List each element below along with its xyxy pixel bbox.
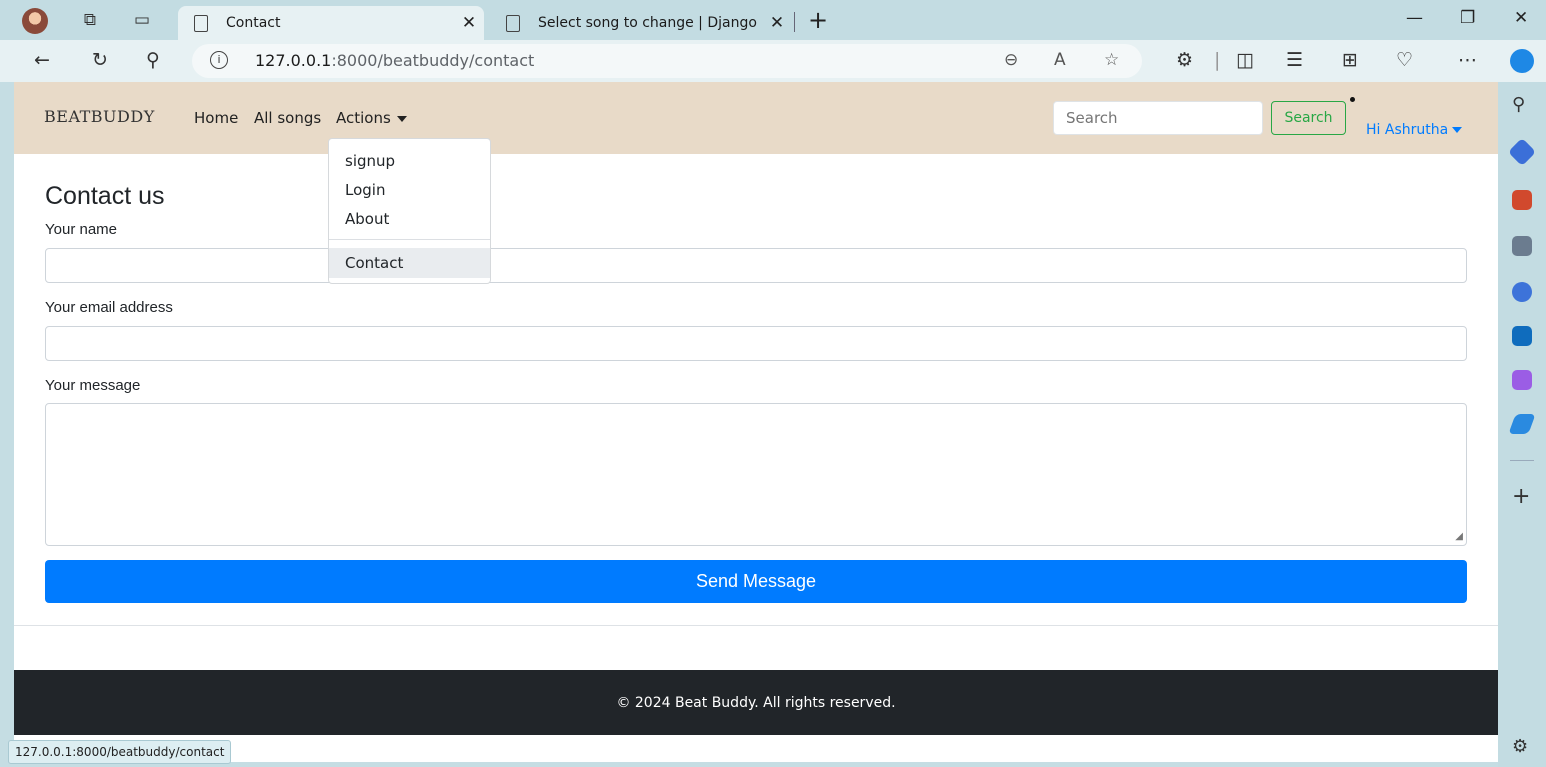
site-info-icon[interactable]: i [210, 51, 228, 69]
outlook-icon[interactable] [1512, 326, 1532, 346]
menu-item-signup[interactable]: signup [329, 146, 490, 176]
zoom-out-icon[interactable]: ⊖ [1004, 50, 1018, 70]
sidebar-settings-icon[interactable]: ⚙ [1512, 736, 1532, 757]
more-icon[interactable]: ⋯ [1458, 49, 1477, 71]
close-tab-icon[interactable]: ✕ [762, 13, 792, 33]
close-tab-icon[interactable]: ✕ [454, 13, 484, 33]
actions-dropdown-menu: signup Login About Contact [328, 138, 491, 284]
name-label: Your name [45, 221, 117, 238]
microsoft365-icon[interactable] [1512, 282, 1532, 302]
nav-actions-dropdown[interactable]: Actions [336, 109, 407, 127]
page-icon [506, 14, 520, 32]
tab-separator [794, 12, 795, 32]
notification-dot [1350, 97, 1355, 102]
tab-actions-icon[interactable]: ▭ [130, 8, 154, 32]
send-message-button[interactable]: Send Message [45, 560, 1467, 603]
browser-toolbar: ← ↻ ⚲ i 127.0.0.1:8000/beatbuddy/contact… [0, 40, 1546, 82]
brand-logo[interactable]: BEATBUDDY [44, 107, 155, 126]
back-icon[interactable]: ← [34, 49, 50, 71]
new-tab-icon[interactable]: + [808, 6, 828, 34]
resize-handle-icon[interactable]: ◢ [1455, 531, 1463, 542]
menu-item-login[interactable]: Login [329, 175, 490, 205]
menu-item-contact[interactable]: Contact [329, 248, 490, 278]
favorite-star-icon[interactable]: ☆ [1104, 50, 1119, 70]
site-footer: © 2024 Beat Buddy. All rights reserved. [14, 670, 1498, 735]
footer-text: © 2024 Beat Buddy. All rights reserved. [616, 694, 896, 711]
email-label: Your email address [45, 299, 173, 316]
sidebar-divider [1510, 460, 1534, 461]
sidebar-search-icon[interactable]: ⚲ [1512, 94, 1532, 115]
site-navbar: BEATBUDDY Home All songs Actions Search … [14, 82, 1498, 154]
browser-tabstrip: ⧉ ▭ Contact ✕ Select song to change | Dj… [0, 0, 1546, 40]
collections-icon[interactable]: ⊞ [1342, 49, 1358, 71]
favorites-icon[interactable]: ☰ [1286, 49, 1303, 71]
close-window-icon[interactable]: ✕ [1514, 8, 1528, 28]
tools-icon[interactable] [1512, 190, 1532, 210]
profile-avatar[interactable] [22, 8, 48, 34]
tab-title: Contact [226, 15, 281, 31]
refresh-icon[interactable]: ↻ [92, 49, 108, 71]
tab-contact[interactable]: Contact ✕ [178, 6, 484, 40]
message-label: Your message [45, 377, 141, 394]
tab-django-admin[interactable]: Select song to change | Django s ✕ [490, 6, 792, 40]
split-screen-icon[interactable]: ◫ [1236, 49, 1254, 71]
search-input[interactable] [1053, 101, 1263, 135]
email-field[interactable] [45, 326, 1467, 361]
url-text: 127.0.0.1:8000/beatbuddy/contact [255, 51, 535, 70]
browser-essentials-icon[interactable]: ♡ [1396, 49, 1413, 71]
nav-all-songs[interactable]: All songs [254, 109, 321, 127]
copilot-icon[interactable] [1510, 49, 1534, 73]
workspaces-icon[interactable]: ⧉ [78, 8, 102, 32]
chevron-down-icon [1452, 127, 1463, 133]
minimize-icon[interactable]: — [1406, 8, 1423, 28]
extensions-icon[interactable]: ⚙ [1176, 49, 1193, 71]
designer-icon[interactable] [1512, 370, 1532, 390]
search-button[interactable]: Search [1271, 101, 1346, 135]
read-aloud-icon[interactable]: A [1054, 50, 1066, 70]
address-bar[interactable]: i 127.0.0.1:8000/beatbuddy/contact ⊖ A ☆ [192, 44, 1142, 78]
web-page: BEATBUDDY Home All songs Actions Search … [14, 82, 1498, 762]
message-textarea[interactable]: ◢ [45, 403, 1467, 546]
games-icon[interactable] [1512, 236, 1532, 256]
user-menu[interactable]: Hi Ashrutha [1366, 122, 1463, 138]
page-icon [194, 14, 208, 32]
status-bar-url: 127.0.0.1:8000/beatbuddy/contact [8, 740, 232, 764]
toolbar-divider: | [1214, 49, 1221, 71]
add-sidebar-icon[interactable]: + [1512, 484, 1532, 509]
restore-icon[interactable]: ❐ [1460, 8, 1475, 28]
page-title: Contact us [45, 182, 165, 210]
menu-divider [329, 239, 490, 240]
menu-item-about[interactable]: About [329, 204, 490, 234]
name-field[interactable] [45, 248, 1467, 283]
chevron-down-icon [396, 115, 407, 122]
tab-title: Select song to change | Django s [538, 15, 762, 31]
search-icon[interactable]: ⚲ [146, 49, 160, 71]
content-divider [14, 625, 1498, 626]
nav-home[interactable]: Home [194, 109, 238, 127]
